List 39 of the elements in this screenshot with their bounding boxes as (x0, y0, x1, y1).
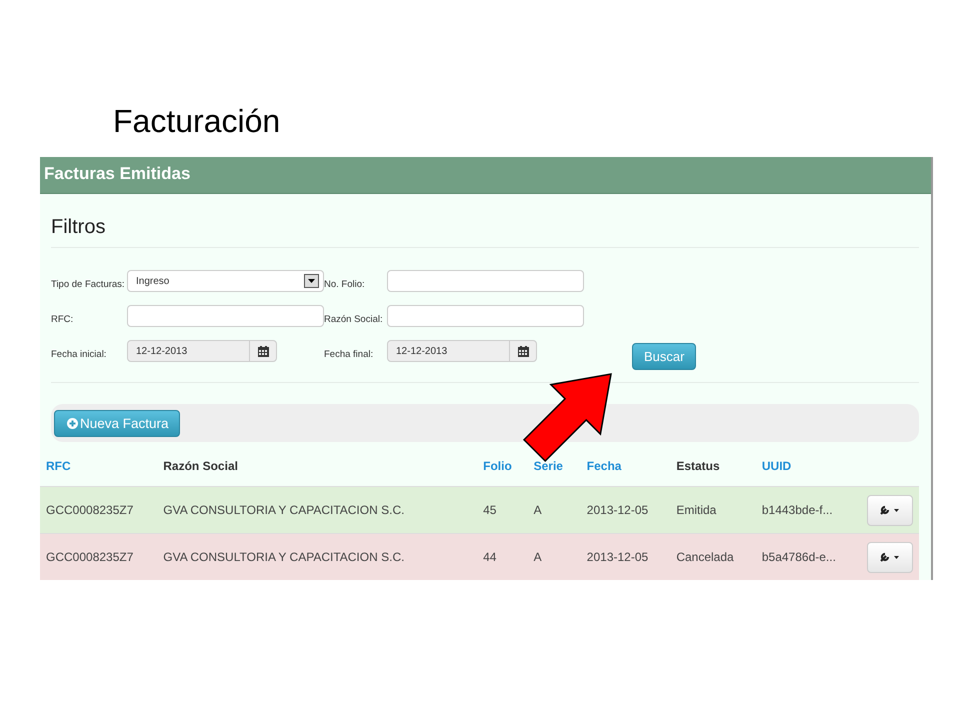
search-button[interactable]: Buscar (632, 343, 696, 370)
panel-header: Facturas Emitidas (40, 157, 931, 194)
date-field[interactable]: 12-12-2013 (127, 340, 277, 362)
actions-button[interactable] (867, 542, 913, 572)
table-cell: 2013-12-05 (580, 534, 670, 580)
sortable-column-header[interactable]: Serie (528, 446, 581, 486)
table-cell: GVA CONSULTORIA Y CAPACITACION S.C. (157, 534, 478, 580)
input-field[interactable] (127, 305, 324, 327)
plus-circle-icon (67, 418, 78, 428)
field-label: No. Folio: (324, 279, 366, 292)
field-label: Fecha final: (324, 349, 374, 362)
field-label: Fecha inicial: (51, 349, 108, 362)
slide-title: Facturación (112, 102, 282, 140)
table-cell: GCC0008235Z7 (40, 534, 158, 580)
field-label: Tipo de Facturas: (51, 279, 126, 292)
section-title: Filtros (51, 194, 919, 248)
field-label: RFC: (51, 314, 74, 327)
calendar-icon (258, 346, 268, 356)
wrench-icon (880, 505, 900, 515)
table-cell: A (528, 534, 581, 580)
input-field[interactable] (387, 305, 584, 327)
wrench-icon (880, 552, 900, 562)
new-invoice-button[interactable]: Nueva Factura (54, 410, 180, 436)
input-field[interactable] (387, 270, 584, 292)
column-header: Estatus (670, 446, 756, 486)
table-cell: 44 (477, 534, 528, 580)
date-field[interactable]: 12-12-2013 (387, 340, 537, 362)
column-header: Razón Social (157, 446, 478, 486)
sortable-column-header[interactable]: Folio (477, 446, 528, 486)
table-cell: b5a4786d-e... (756, 534, 861, 580)
actions-button[interactable] (867, 494, 913, 526)
sortable-column-header[interactable]: Fecha (580, 446, 670, 486)
calendar-icon (518, 346, 528, 356)
sortable-column-header[interactable]: RFC (40, 446, 158, 486)
dropdown[interactable]: Ingreso (127, 270, 324, 292)
field-label: Razón Social: (324, 314, 384, 327)
sortable-column-header[interactable]: UUID (756, 446, 861, 486)
caret-icon (304, 274, 319, 288)
table-cell: Cancelada (670, 534, 756, 580)
